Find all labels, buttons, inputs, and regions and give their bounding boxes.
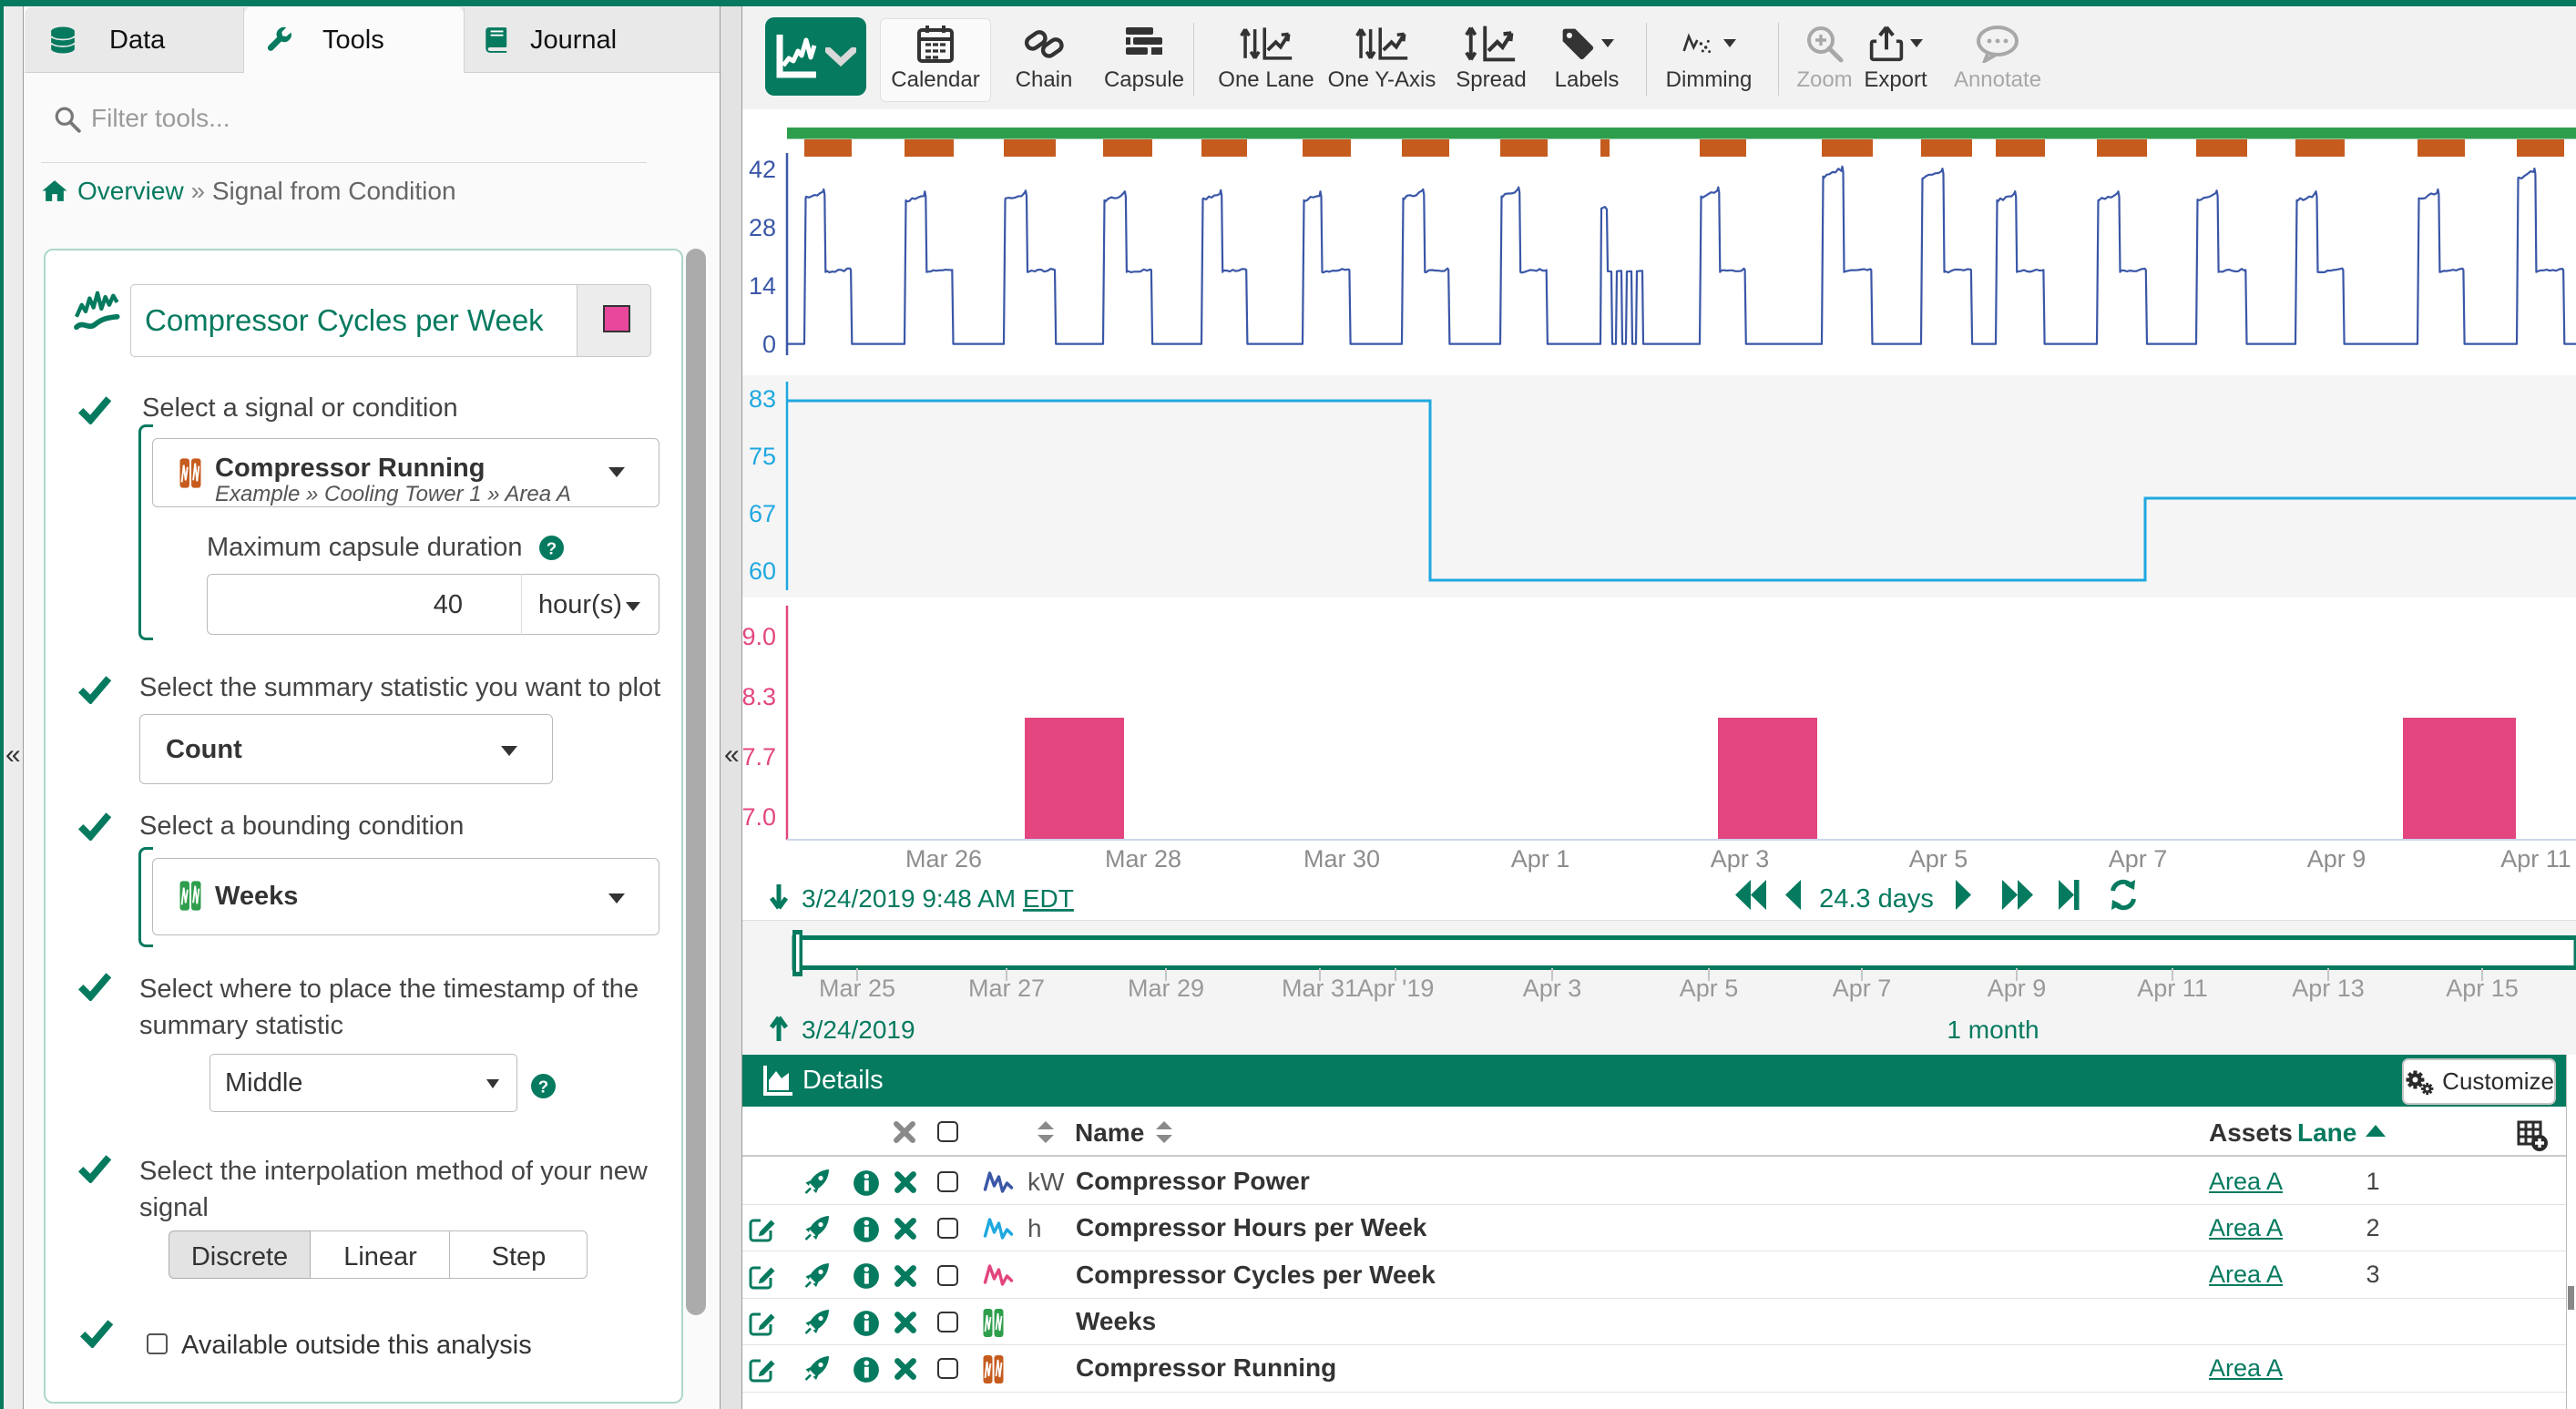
svg-text:Mar 28: Mar 28 bbox=[1105, 845, 1181, 873]
svg-text:Apr 3: Apr 3 bbox=[1523, 975, 1582, 1002]
svg-text:Mar 29: Mar 29 bbox=[1128, 975, 1204, 1002]
svg-text:Apr 15: Apr 15 bbox=[2446, 975, 2519, 1002]
svg-text:Mar 25: Mar 25 bbox=[819, 975, 895, 1002]
svg-text:Apr 5: Apr 5 bbox=[1909, 845, 1968, 873]
svg-text:42: 42 bbox=[749, 156, 776, 183]
svg-text:60: 60 bbox=[749, 557, 776, 585]
svg-text:1 month: 1 month bbox=[1947, 1016, 2039, 1044]
svg-text:Apr 1: Apr 1 bbox=[1511, 845, 1570, 873]
svg-text:Apr 11: Apr 11 bbox=[2137, 975, 2208, 1002]
svg-text:Apr 7: Apr 7 bbox=[2109, 845, 2168, 873]
svg-text:0: 0 bbox=[762, 331, 776, 358]
svg-text:28: 28 bbox=[749, 214, 776, 241]
svg-text:8.3: 8.3 bbox=[742, 683, 776, 710]
svg-text:Apr 11: Apr 11 bbox=[2500, 845, 2571, 873]
svg-text:14: 14 bbox=[749, 272, 776, 300]
svg-text:Mar 27: Mar 27 bbox=[968, 975, 1045, 1002]
svg-text:Mar 31: Mar 31 bbox=[1282, 975, 1358, 1002]
svg-text:3/24/2019: 3/24/2019 bbox=[802, 1016, 915, 1044]
svg-text:9.0: 9.0 bbox=[742, 623, 776, 650]
svg-text:?: ? bbox=[538, 1077, 548, 1096]
svg-text:Apr '19: Apr '19 bbox=[1357, 975, 1435, 1002]
svg-text:Apr 9: Apr 9 bbox=[2307, 845, 2366, 873]
svg-text:Apr 7: Apr 7 bbox=[1833, 975, 1892, 1002]
svg-text:24.3 days: 24.3 days bbox=[1819, 884, 1934, 914]
svg-text:?: ? bbox=[547, 538, 557, 557]
svg-text:7.0: 7.0 bbox=[742, 803, 776, 831]
svg-text:67: 67 bbox=[749, 500, 776, 527]
svg-text:Apr 9: Apr 9 bbox=[1988, 975, 2047, 1002]
svg-text:3/24/2019 9:48 AM EDT: 3/24/2019 9:48 AM EDT bbox=[802, 884, 1074, 913]
svg-text:Mar 30: Mar 30 bbox=[1303, 845, 1380, 873]
svg-text:83: 83 bbox=[749, 385, 776, 413]
svg-text:Apr 13: Apr 13 bbox=[2292, 975, 2365, 1002]
svg-text:Mar 26: Mar 26 bbox=[905, 845, 982, 873]
svg-text:75: 75 bbox=[749, 443, 776, 470]
svg-text:7.7: 7.7 bbox=[742, 743, 776, 771]
svg-text:Apr 5: Apr 5 bbox=[1680, 975, 1739, 1002]
svg-text:Apr 3: Apr 3 bbox=[1711, 845, 1770, 873]
